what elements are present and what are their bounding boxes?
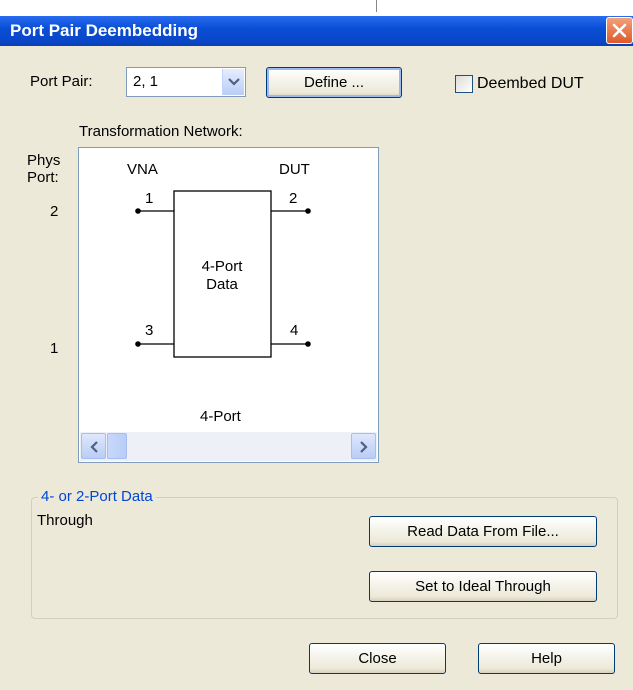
deembed-dut-checkbox[interactable] [455, 75, 473, 93]
port-data-group-legend: 4- or 2-Port Data [38, 488, 156, 505]
chevron-down-icon [228, 78, 240, 86]
pin-1-label: 1 [145, 190, 154, 207]
deembed-dut-label: Deembed DUT [477, 75, 584, 92]
close-window-button[interactable] [606, 17, 633, 44]
port-pair-value: 2, 1 [133, 73, 159, 90]
block-label: 4-Port Data [201, 258, 243, 293]
help-button-label: Help [531, 650, 562, 667]
vna-label: VNA [127, 161, 158, 178]
scroll-right-button[interactable] [351, 433, 376, 459]
close-button-label: Close [358, 650, 397, 667]
phys-port-2: 2 [50, 203, 59, 220]
read-data-from-file-button[interactable]: Read Data From File... [369, 516, 597, 547]
define-button[interactable]: Define ... [266, 67, 402, 98]
network-type-label: 4-Port [200, 408, 241, 425]
scroll-left-button[interactable] [81, 433, 106, 459]
set-ideal-button-label: Set to Ideal Through [415, 578, 551, 595]
data-status: Through [37, 512, 93, 529]
dropdown-arrow[interactable] [222, 69, 244, 95]
divider [376, 0, 377, 12]
title-bar[interactable]: Port Pair Deembedding [0, 16, 633, 46]
read-data-button-label: Read Data From File... [407, 523, 559, 540]
close-icon [612, 23, 627, 38]
phys-port-label: Phys Port: [27, 152, 61, 186]
pin-4-label: 4 [290, 322, 299, 339]
define-button-label: Define ... [303, 74, 365, 91]
dut-label: DUT [279, 161, 310, 178]
window-title: Port Pair Deembedding [10, 21, 198, 40]
close-button[interactable]: Close [309, 643, 446, 674]
network-title: Transformation Network: [79, 123, 243, 140]
port-pair-label: Port Pair: [30, 73, 93, 90]
phys-port-1: 1 [50, 340, 59, 357]
set-ideal-through-button[interactable]: Set to Ideal Through [369, 571, 597, 602]
help-button[interactable]: Help [478, 643, 615, 674]
pin-2-label: 2 [289, 190, 298, 207]
pin-3-label: 3 [145, 322, 154, 339]
background-strip [0, 0, 633, 16]
chevron-left-icon [90, 441, 98, 453]
horizontal-scrollbar[interactable] [80, 432, 377, 461]
chevron-right-icon [360, 441, 368, 453]
scrollbar-thumb[interactable] [107, 433, 127, 459]
port-pair-select[interactable]: 2, 1 [126, 67, 246, 97]
